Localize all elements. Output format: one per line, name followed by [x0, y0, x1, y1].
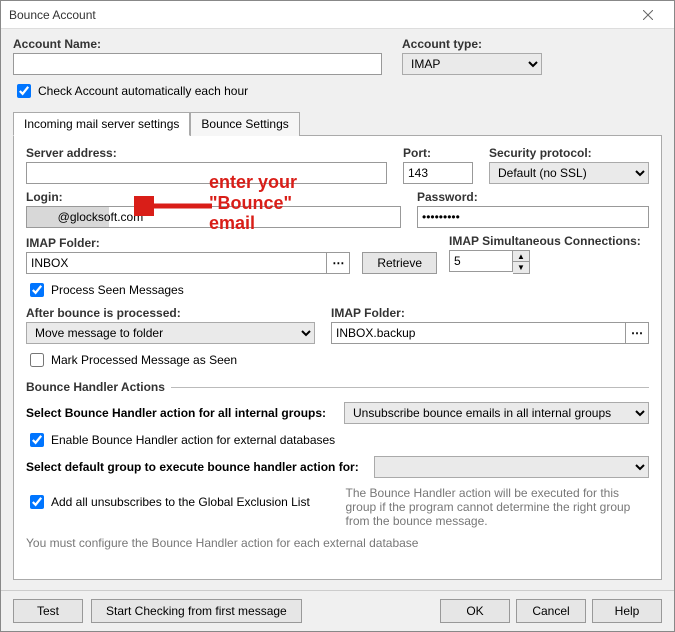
incoming-panel: Server address: Port: Security protocol:…: [13, 136, 662, 580]
external-db-note: You must configure the Bounce Handler ac…: [26, 536, 649, 550]
bounce-account-dialog: Bounce Account Account Name: Account typ…: [0, 0, 675, 632]
add-unsubscribes-label: Add all unsubscribes to the Global Exclu…: [51, 495, 310, 509]
port-input[interactable]: [403, 162, 473, 184]
enable-external-label: Enable Bounce Handler action for externa…: [51, 433, 335, 447]
server-address-label: Server address:: [26, 146, 387, 160]
imap-folder-browse-button[interactable]: ⋯: [326, 252, 350, 274]
after-imap-folder-label: IMAP Folder:: [331, 306, 649, 320]
check-account-checkbox[interactable]: [17, 84, 31, 98]
after-imap-folder-input[interactable]: [331, 322, 625, 344]
retrieve-button[interactable]: Retrieve: [362, 252, 437, 274]
imap-connections-label: IMAP Simultaneous Connections:: [449, 234, 649, 248]
server-address-input[interactable]: [26, 162, 387, 184]
mark-processed-label: Mark Processed Message as Seen: [51, 353, 237, 367]
start-checking-button[interactable]: Start Checking from first message: [91, 599, 302, 623]
process-seen-label: Process Seen Messages: [51, 283, 184, 297]
close-button[interactable]: [630, 3, 666, 27]
account-name-input[interactable]: [13, 53, 382, 75]
process-seen-checkbox[interactable]: [30, 283, 44, 297]
mark-processed-checkbox[interactable]: [30, 353, 44, 367]
account-type-select[interactable]: IMAP: [402, 53, 542, 75]
port-label: Port:: [403, 146, 473, 160]
cancel-button[interactable]: Cancel: [516, 599, 586, 623]
tabs: Incoming mail server settings Bounce Set…: [13, 111, 662, 136]
spinner-up-icon[interactable]: ▲: [513, 251, 529, 262]
default-group-select[interactable]: [374, 456, 649, 478]
security-protocol-select[interactable]: Default (no SSL): [489, 162, 649, 184]
dialog-footer: Test Start Checking from first message O…: [1, 590, 674, 631]
default-group-help-text: The Bounce Handler action will be execut…: [346, 486, 650, 528]
imap-connections-spinner[interactable]: ▲ ▼: [513, 250, 530, 274]
dialog-content: Account Name: Account type: IMAP Check A…: [1, 29, 674, 590]
annotation-arrow-icon: [134, 196, 214, 216]
after-imap-folder-browse-button[interactable]: ⋯: [625, 322, 649, 344]
internal-action-label: Select Bounce Handler action for all int…: [26, 406, 336, 420]
imap-folder-input[interactable]: [26, 252, 326, 274]
password-input[interactable]: [417, 206, 649, 228]
close-icon: [643, 10, 653, 20]
enable-external-checkbox[interactable]: [30, 433, 44, 447]
imap-connections-input[interactable]: [449, 250, 513, 272]
bounce-handler-section-title: Bounce Handler Actions: [26, 380, 165, 394]
password-label: Password:: [417, 190, 649, 204]
account-type-label: Account type:: [402, 37, 542, 51]
after-bounce-select[interactable]: Move message to folder: [26, 322, 315, 344]
check-account-label: Check Account automatically each hour: [38, 84, 248, 98]
security-protocol-label: Security protocol:: [489, 146, 649, 160]
section-divider: [171, 387, 649, 388]
test-button[interactable]: Test: [13, 599, 83, 623]
imap-folder-label: IMAP Folder:: [26, 236, 350, 250]
default-group-label: Select default group to execute bounce h…: [26, 460, 366, 474]
ok-button[interactable]: OK: [440, 599, 510, 623]
help-button[interactable]: Help: [592, 599, 662, 623]
add-unsubscribes-checkbox[interactable]: [30, 495, 44, 509]
account-name-label: Account Name:: [13, 37, 382, 51]
internal-action-select[interactable]: Unsubscribe bounce emails in all interna…: [344, 402, 649, 424]
window-title: Bounce Account: [9, 8, 96, 22]
titlebar: Bounce Account: [1, 1, 674, 29]
tab-bounce-settings[interactable]: Bounce Settings: [190, 112, 299, 136]
after-bounce-label: After bounce is processed:: [26, 306, 315, 320]
tab-incoming[interactable]: Incoming mail server settings: [13, 112, 190, 136]
spinner-down-icon[interactable]: ▼: [513, 262, 529, 273]
